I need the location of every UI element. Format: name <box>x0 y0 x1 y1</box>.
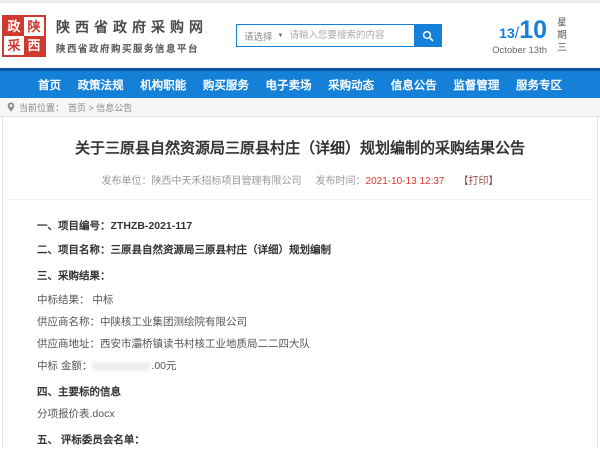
site-subtitle: 陕西省政府购买服务信息平台 <box>56 41 208 55</box>
line-project-name: 二、项目名称：三原县自然资源局三原县村庄（详细）规划编制 <box>37 244 557 257</box>
line-result-heading: 三、采购结果： <box>37 270 557 283</box>
breadcrumb-prefix: 当前位置： <box>19 101 64 114</box>
nav-item-functions[interactable]: 机构职能 <box>140 77 186 93</box>
nav-item-purchase-services[interactable]: 购买服务 <box>203 77 249 93</box>
nav-item-announcements[interactable]: 信息公告 <box>391 77 437 93</box>
search-icon <box>422 30 434 42</box>
bid-amount-label: 中标 金额： <box>37 360 92 372</box>
location-pin-icon <box>7 102 15 112</box>
redacted-amount <box>92 362 150 371</box>
logo-char: 政 <box>4 17 24 36</box>
chevron-down-icon: ▼ <box>278 33 284 39</box>
site-titles: 陕西省政府采购网 陕西省政府购买服务信息平台 <box>56 17 208 55</box>
bid-amount-suffix: .00元 <box>151 360 176 372</box>
nav-item-service-zone[interactable]: 服务专区 <box>516 77 562 93</box>
publish-time-label: 发布时间： <box>316 176 366 187</box>
search-box: 请选择 ▼ <box>236 24 442 47</box>
nav-item-supervision[interactable]: 监督管理 <box>453 77 499 93</box>
logo-char: 采 <box>4 36 24 55</box>
logo-char: 西 <box>24 36 44 55</box>
print-button[interactable]: 【打印】 <box>458 176 498 187</box>
site-header: 政 陕 采 西 陕西省政府采购网 陕西省政府购买服务信息平台 请选择 ▼ 13/… <box>0 3 600 68</box>
nav-item-e-marketplace[interactable]: 电子卖场 <box>266 77 312 93</box>
page-title: 关于三原县自然资源局三原县村庄（详细）规划编制的采购结果公告 <box>3 117 597 158</box>
search-category-select[interactable]: 请选择 ▼ <box>237 25 289 46</box>
date-gregorian: October 13th <box>492 45 547 56</box>
announcement-card: 关于三原县自然资源局三原县村庄（详细）规划编制的采购结果公告 发布单位：陕西中天… <box>2 117 598 448</box>
date-numeric: 13/10 <box>492 16 547 45</box>
date-block: 13/10 October 13th 星期三 <box>492 16 592 56</box>
date-weekday: 星期三 <box>554 17 566 55</box>
line-project-number: 一、项目编号：ZTHZB-2021-117 <box>37 220 557 233</box>
line-supplier-name: 供应商名称：中陕核工业集团测绘院有限公司 <box>37 316 557 329</box>
logo-char: 陕 <box>24 17 44 36</box>
main-nav: 首页 政策法规 机构职能 购买服务 电子卖场 采购动态 信息公告 监督管理 服务… <box>0 71 600 98</box>
article-body: 一、项目编号：ZTHZB-2021-117 二、项目名称：三原县自然资源局三原县… <box>3 200 597 450</box>
search-button[interactable] <box>414 25 441 46</box>
line-supplier-address: 供应商地址：西安市灞桥镇读书村核工业地质局二二四大队 <box>37 338 557 351</box>
line-committee-heading: 五、 评标委员会名单： <box>37 434 557 447</box>
line-subject-heading: 四、主要标的信息 <box>37 386 557 399</box>
site-name: 陕西省政府采购网 <box>56 17 208 37</box>
attachment-link[interactable]: 分项报价表.docx <box>37 408 557 421</box>
article-meta: 发布单位：陕西中天禾招标项目管理有限公司 发布时间：2021-10-13 12:3… <box>3 172 597 187</box>
breadcrumb-path[interactable]: 首页 > 信息公告 <box>68 101 132 114</box>
search-select-label: 请选择 <box>244 29 273 43</box>
search-input[interactable] <box>289 25 414 46</box>
publisher-value: 陕西中天禾招标项目管理有限公司 <box>152 176 302 187</box>
nav-item-home[interactable]: 首页 <box>38 77 61 93</box>
nav-item-procurement-news[interactable]: 采购动态 <box>328 77 374 93</box>
nav-item-policies[interactable]: 政策法规 <box>78 77 124 93</box>
line-bid-result: 中标结果： 中标 <box>37 294 557 307</box>
line-bid-amount: 中标 金额： .00元 <box>37 360 557 373</box>
breadcrumb: 当前位置： 首页 > 信息公告 <box>0 98 600 117</box>
date-month: 10 <box>519 16 547 44</box>
publish-time-value: 2021-10-13 12:37 <box>366 176 445 187</box>
publisher-label: 发布单位： <box>102 176 152 187</box>
date-day: 13 <box>499 25 515 41</box>
site-logo: 政 陕 采 西 <box>2 15 46 57</box>
